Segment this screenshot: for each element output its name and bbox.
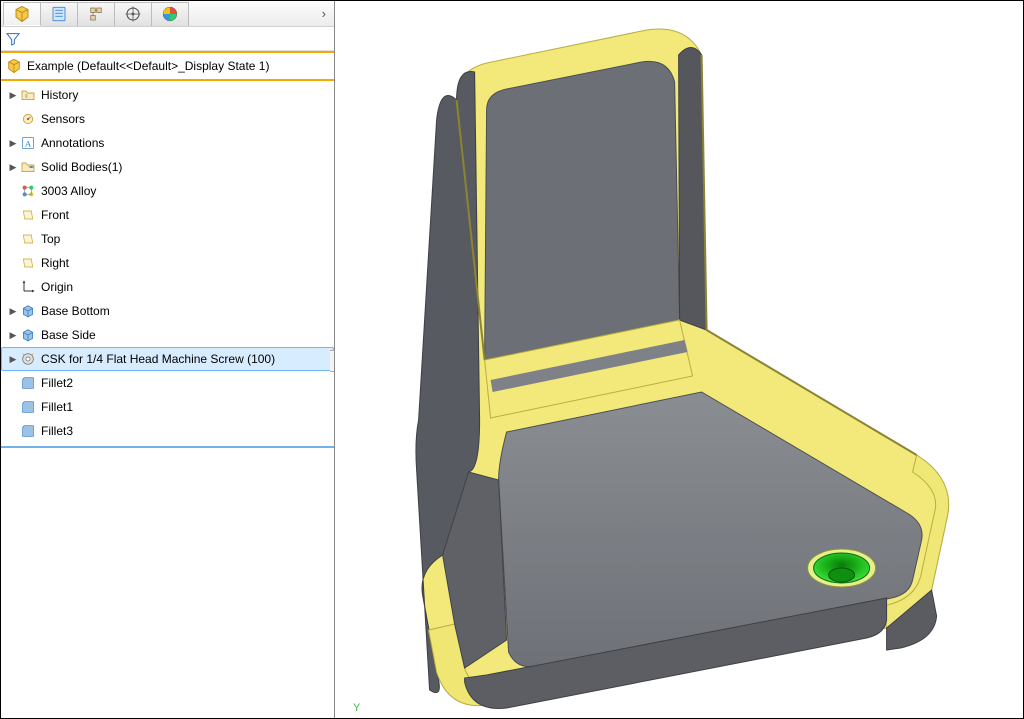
filter-icon xyxy=(5,31,21,47)
filter-row[interactable] xyxy=(1,27,334,51)
tree-item-history[interactable]: ▶ History xyxy=(1,83,334,107)
fillet-icon xyxy=(19,398,37,416)
countersink-hole-render xyxy=(808,549,876,587)
annotation-icon: A xyxy=(19,134,37,152)
plane-icon xyxy=(19,230,37,248)
axis-label-y: Y xyxy=(353,702,360,714)
extrude-icon xyxy=(19,302,37,320)
tab-dimxpert-manager[interactable] xyxy=(114,2,152,26)
folder-icon xyxy=(19,86,37,104)
tab-property-manager[interactable] xyxy=(40,2,78,26)
tree-item-sensors[interactable]: Sensors xyxy=(1,107,334,131)
panel-tabstrip: › xyxy=(1,1,334,27)
tree-item-fillet2[interactable]: Fillet2 xyxy=(1,371,334,395)
hole-wizard-icon xyxy=(19,350,37,368)
sensor-icon xyxy=(19,110,37,128)
feature-tree[interactable]: ▶ History Sensors ▶ A Annotations ▶ Soli… xyxy=(1,81,334,718)
root-label: Example (Default<<Default>_Display State… xyxy=(27,59,269,73)
tree-item-front-plane[interactable]: Front xyxy=(1,203,334,227)
plane-icon xyxy=(19,254,37,272)
expander-icon[interactable]: ▶ xyxy=(9,138,17,149)
fillet-icon xyxy=(19,374,37,392)
model-render xyxy=(357,1,977,718)
plane-icon xyxy=(19,206,37,224)
fillet-icon xyxy=(19,422,37,440)
tab-display-manager[interactable] xyxy=(151,2,189,26)
tree-item-top-plane[interactable]: Top xyxy=(1,227,334,251)
tree-item-origin[interactable]: Origin xyxy=(1,275,334,299)
panel-expand-chevron[interactable]: › xyxy=(314,6,334,21)
graphics-viewport[interactable]: Y xyxy=(335,1,1023,718)
tree-item-annotations[interactable]: ▶ A Annotations xyxy=(1,131,334,155)
tree-item-right-plane[interactable]: Right xyxy=(1,251,334,275)
tree-item-csk-hole[interactable]: ▶ CSK for 1/4 Flat Head Machine Screw (1… xyxy=(1,347,334,371)
tree-item-fillet1[interactable]: Fillet1 xyxy=(1,395,334,419)
expander-icon[interactable]: ▶ xyxy=(9,90,17,101)
svg-text:A: A xyxy=(25,138,32,148)
expander-icon[interactable]: ▶ xyxy=(9,306,17,317)
tree-item-material[interactable]: 3003 Alloy xyxy=(1,179,334,203)
origin-icon xyxy=(19,278,37,296)
tree-item-solid-bodies[interactable]: ▶ Solid Bodies(1) xyxy=(1,155,334,179)
tree-item-base-bottom[interactable]: ▶ Base Bottom xyxy=(1,299,334,323)
expander-icon[interactable]: ▶ xyxy=(9,162,17,173)
tree-item-fillet3[interactable]: Fillet3 xyxy=(1,419,334,443)
part-icon xyxy=(5,57,23,75)
solidbody-icon xyxy=(19,158,37,176)
expander-icon[interactable]: ▶ xyxy=(9,354,17,365)
tab-feature-manager[interactable] xyxy=(3,2,41,26)
expander-icon[interactable]: ▶ xyxy=(9,330,17,341)
rollback-bar[interactable] xyxy=(1,446,334,448)
tree-item-base-side[interactable]: ▶ Base Side xyxy=(1,323,334,347)
tree-root-node[interactable]: Example (Default<<Default>_Display State… xyxy=(1,51,334,81)
extrude-icon xyxy=(19,326,37,344)
material-icon xyxy=(19,182,37,200)
tab-configuration-manager[interactable] xyxy=(77,2,115,26)
